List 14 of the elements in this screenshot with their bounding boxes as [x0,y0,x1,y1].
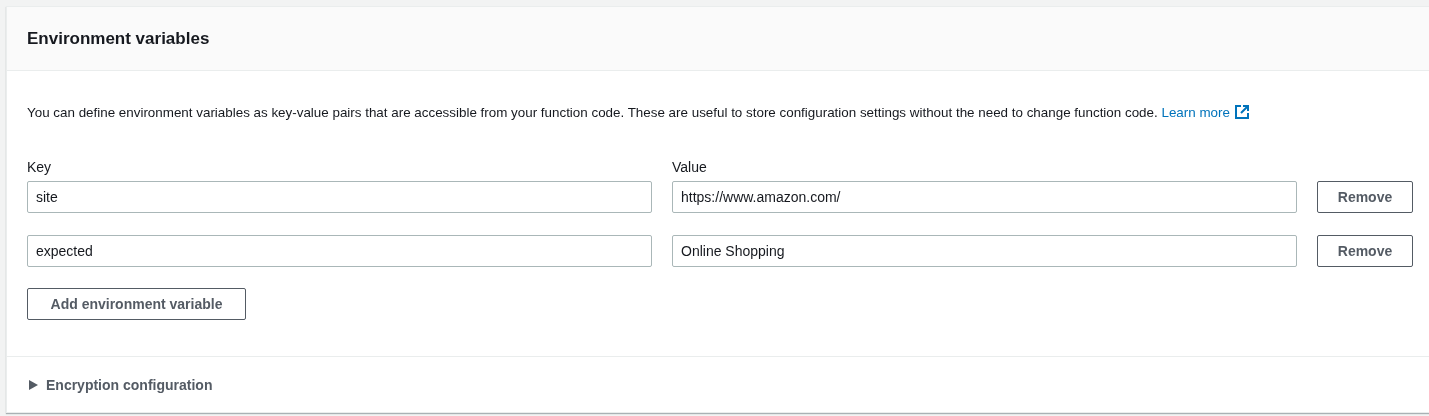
remove-button[interactable]: Remove [1317,181,1413,213]
learn-more-link[interactable]: Learn more [1161,105,1230,120]
add-variable-button[interactable]: Add environment variable [27,288,246,320]
external-link-icon [1233,104,1250,120]
key-field[interactable]: expected [27,235,652,267]
remove-button[interactable]: Remove [1317,235,1413,267]
panel-title: Environment variables [27,28,210,49]
value-field[interactable]: Online Shopping [672,235,1297,267]
key-field[interactable]: site [27,181,652,213]
encryption-expander[interactable]: Encryption configuration [29,376,213,393]
column-label: Value [672,159,708,175]
column-label: Key [27,159,53,175]
value-field[interactable]: https://www.amazon.com/ [672,181,1297,213]
description-text: You can define environment variables as key-value pairs that are accessible from your function code. These are useful to store configuration settings without the need to change function code. Learn more [27,104,1427,122]
